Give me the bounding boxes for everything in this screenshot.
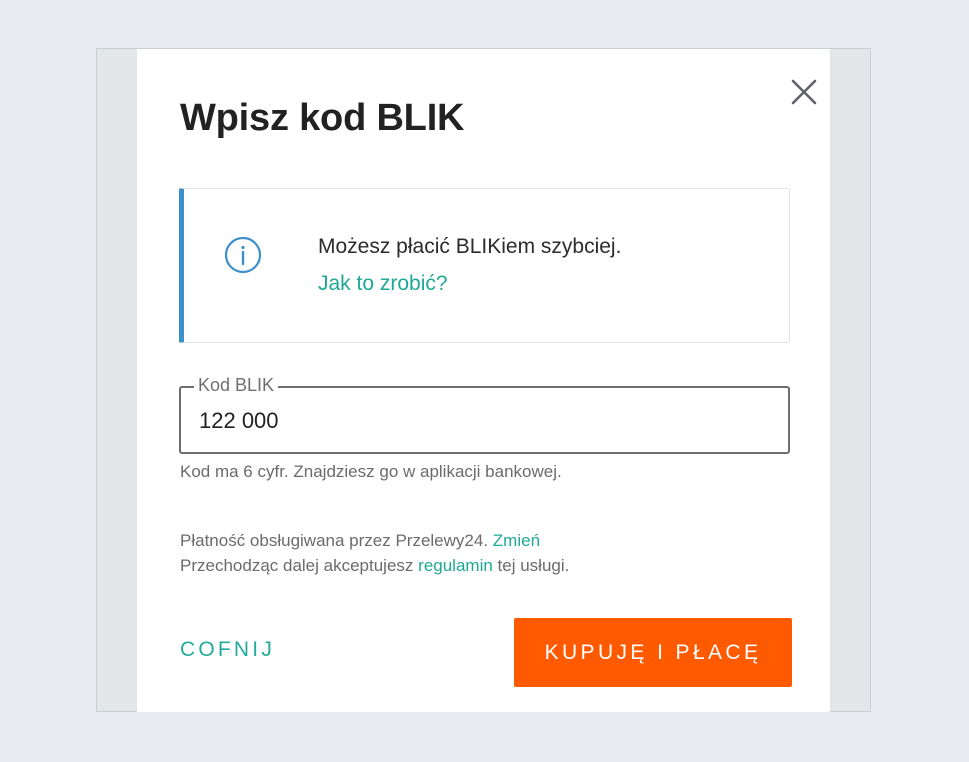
blik-code-label: Kod BLIK [194, 374, 279, 396]
provider-info: Płatność obsługiwana przez Przelewy24. Z… [180, 531, 540, 551]
info-text: Możesz płacić BLIKiem szybciej. [318, 235, 622, 258]
terms-suffix: tej usługi. [497, 556, 570, 575]
info-icon [224, 236, 262, 274]
blik-dialog: Wpisz kod BLIK Możesz płacić BLIKiem szy… [137, 49, 830, 712]
info-notice: Możesz płacić BLIKiem szybciej. Jak to z… [179, 188, 790, 343]
terms-info: Przechodząc dalej akceptujesz regulamin … [180, 556, 569, 576]
close-button[interactable] [789, 77, 819, 107]
change-provider-link[interactable]: Zmień [493, 531, 540, 550]
dialog-title: Wpisz kod BLIK [180, 97, 465, 139]
blik-code-hint: Kod ma 6 cyfr. Znajdziesz go w aplikacji… [180, 462, 562, 481]
blik-code-field: Kod BLIK [179, 374, 790, 454]
back-button[interactable]: COFNIJ [180, 638, 275, 662]
terms-link[interactable]: regulamin [418, 556, 493, 575]
how-to-link[interactable]: Jak to zrobić? [318, 272, 448, 296]
terms-prefix: Przechodząc dalej akceptujesz [180, 556, 414, 575]
close-icon [789, 77, 819, 107]
blik-code-input[interactable] [199, 406, 769, 436]
provider-text: Płatność obsługiwana przez Przelewy24. [180, 531, 489, 550]
buy-and-pay-button[interactable]: KUPUJĘ I PŁACĘ [514, 618, 792, 687]
